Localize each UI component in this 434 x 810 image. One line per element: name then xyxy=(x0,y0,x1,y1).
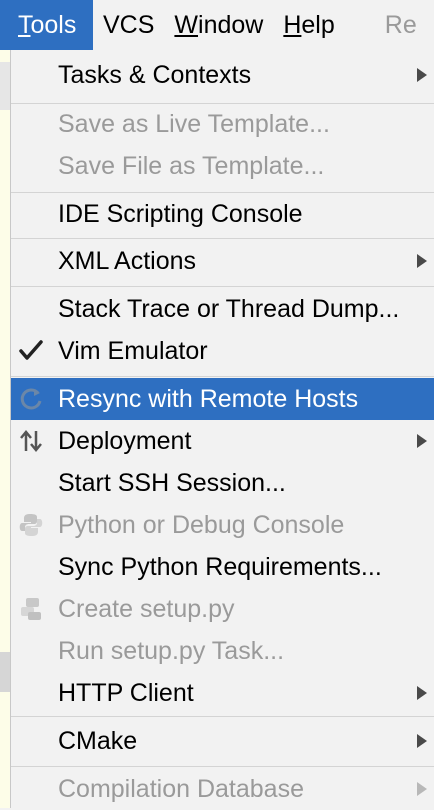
python-icon xyxy=(19,514,43,536)
menu-item-label: Resync with Remote Hosts xyxy=(58,384,359,413)
python-package-icon xyxy=(21,598,41,620)
menu-item-label: Tasks & Contexts xyxy=(58,60,252,89)
separator xyxy=(11,766,434,767)
submenu-arrow-icon xyxy=(417,68,427,82)
menu-item-save-file-template[interactable]: Save File as Template... xyxy=(11,145,434,187)
menubar: Tools VCS Window Help Re xyxy=(0,0,434,50)
menu-item-label: Run setup.py Task... xyxy=(58,636,285,665)
menu-item-save-live-template[interactable]: Save as Live Template... xyxy=(11,103,434,145)
menu-item-ide-scripting-console[interactable]: IDE Scripting Console xyxy=(11,193,434,235)
menu-tools[interactable]: Tools xyxy=(0,0,93,50)
menu-item-deployment[interactable]: Deployment xyxy=(11,420,434,462)
menu-item-run-setup-py-task[interactable]: Run setup.py Task... xyxy=(11,630,434,672)
menu-item-label: Python or Debug Console xyxy=(58,510,345,539)
submenu-arrow-icon xyxy=(417,782,427,796)
menu-item-label: IDE Scripting Console xyxy=(58,199,303,228)
menu-item-label: Sync Python Requirements... xyxy=(58,552,382,581)
separator xyxy=(11,286,434,287)
menu-item-create-setup-py[interactable]: Create setup.py xyxy=(11,588,434,630)
refresh-icon xyxy=(20,388,42,410)
submenu-arrow-icon xyxy=(417,686,427,700)
menu-item-label: XML Actions xyxy=(58,246,197,275)
menu-item-start-ssh-session[interactable]: Start SSH Session... xyxy=(11,462,434,504)
separator xyxy=(11,716,434,717)
submenu-arrow-icon xyxy=(417,254,427,268)
menu-item-http-client[interactable]: HTTP Client xyxy=(11,672,434,714)
submenu-arrow-icon xyxy=(417,734,427,748)
menu-item-sync-python-requirements[interactable]: Sync Python Requirements... xyxy=(11,546,434,588)
menu-item-label: Compilation Database xyxy=(58,774,304,803)
menu-item-label: HTTP Client xyxy=(58,678,194,707)
menu-item-label: Stack Trace or Thread Dump... xyxy=(58,294,400,323)
menu-item-stack-trace[interactable]: Stack Trace or Thread Dump... xyxy=(11,288,434,330)
menu-item-tasks-contexts[interactable]: Tasks & Contexts xyxy=(11,54,434,96)
menu-item-label: Vim Emulator xyxy=(58,336,208,365)
separator xyxy=(11,238,434,239)
editor-background-gutter xyxy=(0,62,10,110)
menu-window[interactable]: Window xyxy=(164,0,273,50)
upload-download-icon xyxy=(20,430,42,452)
menu-item-compilation-database[interactable]: Compilation Database xyxy=(11,768,434,810)
checkmark-icon xyxy=(19,340,43,360)
menu-vcs[interactable]: VCS xyxy=(93,0,164,50)
menu-item-label: CMake xyxy=(58,726,138,755)
menu-help[interactable]: Help xyxy=(273,0,344,50)
menu-item-label: Save as Live Template... xyxy=(58,109,330,138)
menu-item-resync-remote-hosts[interactable]: Resync with Remote Hosts xyxy=(11,378,434,420)
submenu-arrow-icon xyxy=(417,434,427,448)
menu-item-vim-emulator[interactable]: Vim Emulator xyxy=(11,330,434,372)
menu-item-label: Save File as Template... xyxy=(58,151,325,180)
menu-item-label: Create setup.py xyxy=(58,594,235,623)
separator xyxy=(11,376,434,377)
menu-item-label: Start SSH Session... xyxy=(58,468,286,497)
menu-item-python-debug-console[interactable]: Python or Debug Console xyxy=(11,504,434,546)
editor-background-gutter xyxy=(0,652,10,692)
menu-refactor-partial[interactable]: Re xyxy=(345,0,427,50)
menu-item-cmake[interactable]: CMake xyxy=(11,720,434,762)
menu-item-label: Deployment xyxy=(58,426,192,455)
menu-item-xml-actions[interactable]: XML Actions xyxy=(11,240,434,282)
tools-dropdown-menu: Tasks & Contexts Save as Live Template..… xyxy=(10,50,434,808)
